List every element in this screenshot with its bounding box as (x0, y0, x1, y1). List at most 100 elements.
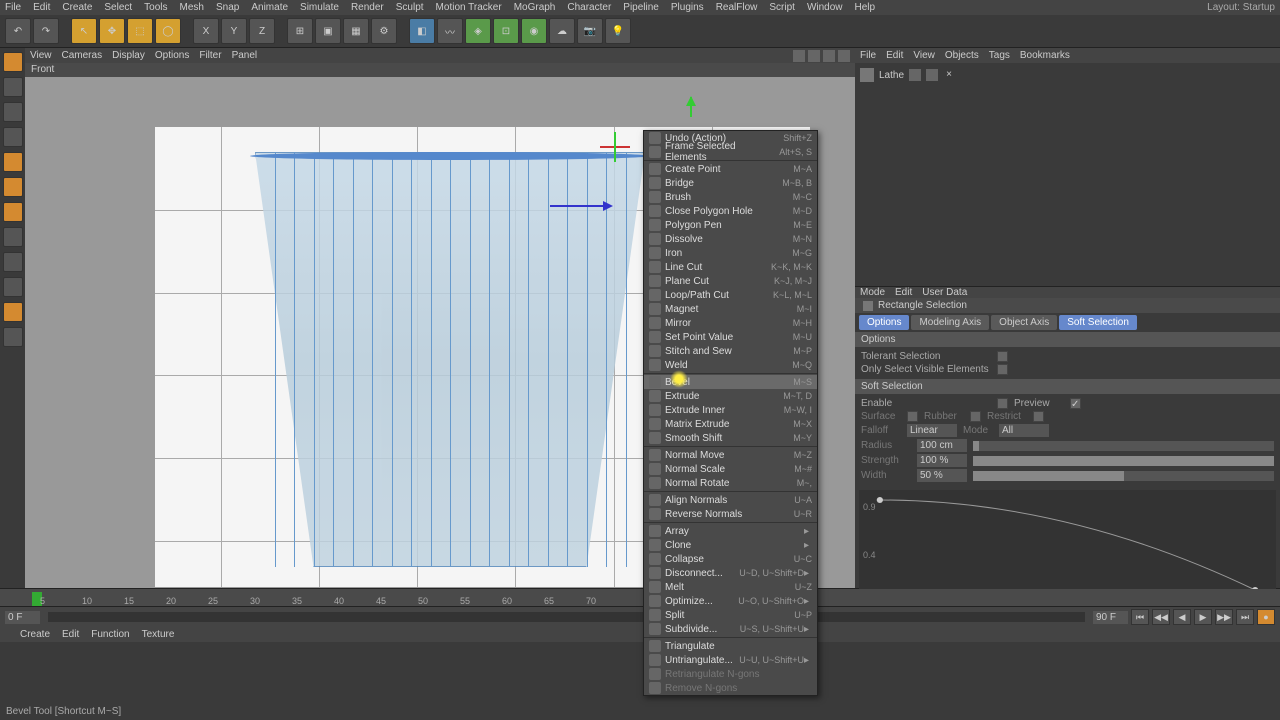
menu-character[interactable]: Character (567, 2, 611, 13)
record-icon[interactable]: ● (1257, 609, 1275, 625)
snap-icon[interactable] (3, 252, 23, 272)
material-menubar[interactable]: Create Edit Function Texture (0, 627, 1280, 642)
select-tool-icon[interactable]: ↖ (71, 18, 97, 44)
edge-mode-icon[interactable] (3, 177, 23, 197)
viewport-solo-icon[interactable] (3, 302, 23, 322)
rendersettings-icon[interactable]: ⚙ (371, 18, 397, 44)
menu-pipeline[interactable]: Pipeline (623, 2, 659, 13)
radius-slider[interactable] (973, 441, 1274, 451)
ctx-split[interactable]: SplitU~P (644, 608, 817, 622)
ctx-frame-selected-elements[interactable]: Frame Selected ElementsAlt+S, S (644, 145, 817, 159)
ctx-bridge[interactable]: BridgeM~B, B (644, 176, 817, 190)
checkbox-tolerant[interactable] (997, 351, 1008, 362)
menu-edit[interactable]: Edit (33, 2, 50, 13)
vp-nav-icon[interactable] (838, 50, 850, 62)
tab-options[interactable]: Options (859, 315, 909, 330)
tree-item-lathe[interactable]: Lathe × (858, 66, 1277, 84)
move-tool-icon[interactable]: ✥ (99, 18, 125, 44)
attr-userdata[interactable]: User Data (922, 287, 967, 298)
menu-mesh[interactable]: Mesh (180, 2, 204, 13)
ctx-matrix-extrude[interactable]: Matrix ExtrudeM~X (644, 417, 817, 431)
ctx-close-polygon-hole[interactable]: Close Polygon HoleM~D (644, 204, 817, 218)
x-axis-icon[interactable]: X (193, 18, 219, 44)
menu-mograph[interactable]: MoGraph (514, 2, 556, 13)
ctx-subdivide-[interactable]: Subdivide...U~S, U~Shift+U▸ (644, 622, 817, 636)
vp-menu-view[interactable]: View (30, 50, 52, 61)
ctx-line-cut[interactable]: Line CutK~K, M~K (644, 260, 817, 274)
deformer-icon[interactable]: ◉ (521, 18, 547, 44)
ctx-normal-scale[interactable]: Normal ScaleM~# (644, 462, 817, 476)
mode-select[interactable] (999, 424, 1049, 437)
main-menubar[interactable]: File Edit Create Select Tools Mesh Snap … (0, 0, 1280, 15)
nurbs-icon[interactable]: ◈ (465, 18, 491, 44)
axis-mode-icon[interactable] (3, 227, 23, 247)
checkbox-restrict[interactable] (1033, 411, 1044, 422)
falloff-select[interactable] (907, 424, 957, 437)
ctx-untriangulate-[interactable]: Untriangulate...U~U, U~Shift+U▸ (644, 653, 817, 667)
menu-render[interactable]: Render (351, 2, 384, 13)
workplane-icon[interactable] (3, 127, 23, 147)
context-menu[interactable]: Undo (Action)Shift+ZFrame Selected Eleme… (643, 130, 818, 696)
om-tags[interactable]: Tags (989, 50, 1010, 61)
menu-animate[interactable]: Animate (251, 2, 288, 13)
om-view[interactable]: View (913, 50, 935, 61)
menu-file[interactable]: File (5, 2, 21, 13)
environment-icon[interactable]: ☁ (549, 18, 575, 44)
menu-sculpt[interactable]: Sculpt (396, 2, 424, 13)
checkbox-rubber[interactable] (970, 411, 981, 422)
ctx-optimize-[interactable]: Optimize...U~O, U~Shift+O▸ (644, 594, 817, 608)
ctx-normal-move[interactable]: Normal MoveM~Z (644, 448, 817, 462)
mat-function[interactable]: Function (91, 629, 129, 640)
menu-tools[interactable]: Tools (144, 2, 167, 13)
start-frame-input[interactable] (5, 611, 40, 624)
polygon-mode-icon[interactable] (3, 202, 23, 222)
checkbox-enable[interactable] (997, 398, 1008, 409)
vp-nav-icon[interactable] (808, 50, 820, 62)
om-objects[interactable]: Objects (945, 50, 979, 61)
time-range-slider[interactable] (48, 612, 1085, 622)
menu-script[interactable]: Script (769, 2, 795, 13)
vp-menu-panel[interactable]: Panel (232, 50, 258, 61)
tab-object-axis[interactable]: Object Axis (991, 315, 1057, 330)
ctx-create-point[interactable]: Create PointM~A (644, 162, 817, 176)
object-tree[interactable]: Lathe × (855, 63, 1280, 286)
ctx-array[interactable]: Array▸ (644, 524, 817, 538)
mat-create[interactable]: Create (20, 629, 50, 640)
radius-input[interactable] (917, 439, 967, 452)
goto-start-icon[interactable]: ⏮ (1131, 609, 1149, 625)
ctx-disconnect-[interactable]: Disconnect...U~D, U~Shift+D▸ (644, 566, 817, 580)
falloff-curve[interactable]: 0.9 0.4 00.10.2 0.30.40.5 0.60.70.8 0.91… (859, 490, 1276, 605)
width-slider[interactable] (973, 471, 1274, 481)
step-back-icon[interactable]: ◀◀ (1152, 609, 1170, 625)
checkbox-preview[interactable]: ✓ (1070, 398, 1081, 409)
renderview-icon[interactable]: ▦ (343, 18, 369, 44)
camera-icon[interactable]: 📷 (577, 18, 603, 44)
play-icon[interactable]: ▶ (1194, 609, 1212, 625)
object-manager-menubar[interactable]: File Edit View Objects Tags Bookmarks (855, 48, 1280, 63)
make-editable-icon[interactable] (3, 52, 23, 72)
y-axis-icon[interactable]: Y (221, 18, 247, 44)
vp-nav-icon[interactable] (793, 50, 805, 62)
menu-snap[interactable]: Snap (216, 2, 239, 13)
texture-mode-icon[interactable] (3, 102, 23, 122)
goto-end-icon[interactable]: ⏭ (1236, 609, 1254, 625)
menu-select[interactable]: Select (104, 2, 132, 13)
tab-soft-selection[interactable]: Soft Selection (1059, 315, 1137, 330)
time-ruler[interactable]: 510152025303540455055606570 (0, 589, 1280, 607)
mat-texture[interactable]: Texture (142, 629, 175, 640)
vp-nav-icon[interactable] (823, 50, 835, 62)
light-icon[interactable]: 💡 (605, 18, 631, 44)
ctx-clone[interactable]: Clone▸ (644, 538, 817, 552)
ctx-triangulate[interactable]: Triangulate (644, 639, 817, 653)
ctx-extrude-inner[interactable]: Extrude InnerM~W, I (644, 403, 817, 417)
menu-help[interactable]: Help (855, 2, 876, 13)
cup-mesh[interactable] (255, 152, 645, 567)
vp-menu-filter[interactable]: Filter (199, 50, 221, 61)
array-icon[interactable]: ⊡ (493, 18, 519, 44)
tab-modeling-axis[interactable]: Modeling Axis (911, 315, 989, 330)
next-frame-icon[interactable]: ▶▶ (1215, 609, 1233, 625)
ctx-loop-path-cut[interactable]: Loop/Path CutK~L, M~L (644, 288, 817, 302)
model-mode-icon[interactable] (3, 77, 23, 97)
ctx-stitch-and-sew[interactable]: Stitch and SewM~P (644, 344, 817, 358)
cube-icon[interactable]: ◧ (409, 18, 435, 44)
